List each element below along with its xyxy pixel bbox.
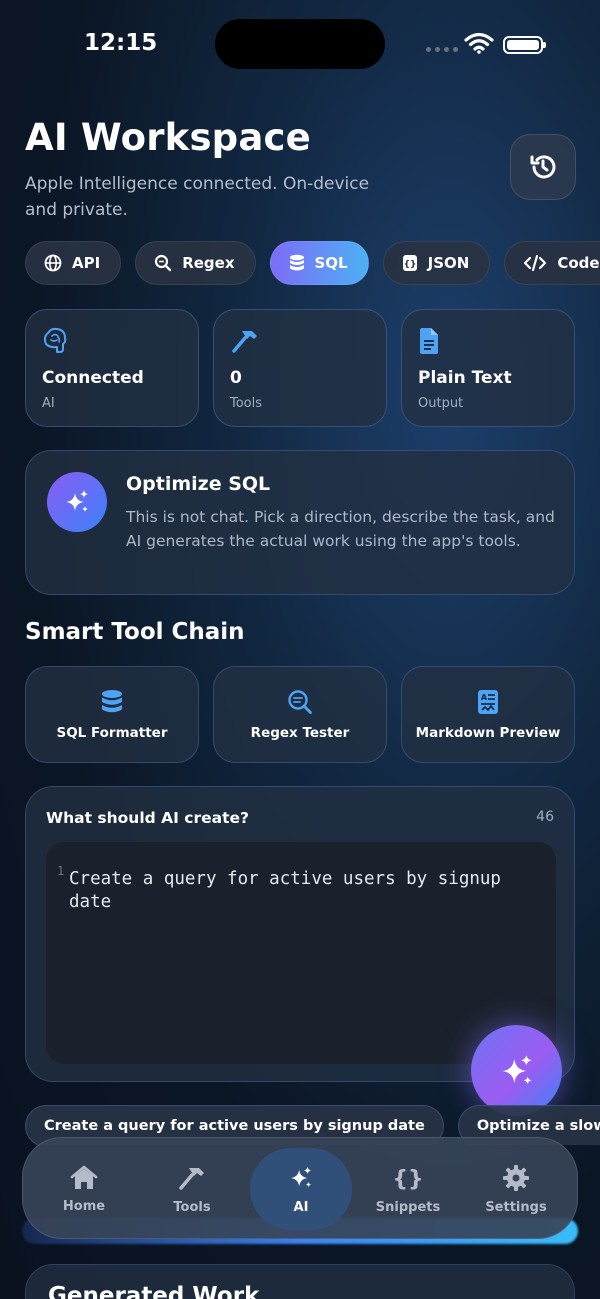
stat-card-output: Plain Text Output: [401, 309, 575, 427]
tab-home[interactable]: Home: [30, 1138, 138, 1240]
braces-icon: {}: [394, 1167, 422, 1192]
tool-markdown-preview[interactable]: A Markdown Preview: [401, 666, 575, 763]
dynamic-island: [215, 19, 385, 69]
document-icon: [420, 328, 438, 354]
tool-label: Markdown Preview: [415, 724, 561, 741]
page-title: AI Workspace: [25, 116, 311, 159]
section-title-tool-chain: Smart Tool Chain: [25, 619, 245, 645]
hammer-icon: [179, 1167, 204, 1190]
globe-icon: [44, 254, 62, 272]
tab-label: Home: [62, 1198, 106, 1214]
regex-search-icon: [288, 689, 312, 714]
character-count: 46: [536, 809, 554, 825]
banner-description: This is not chat. Pick a direction, desc…: [126, 508, 555, 550]
sparkles-icon: [66, 490, 88, 512]
markdown-icon: A: [478, 689, 498, 714]
svg-text:{}: {}: [394, 1167, 422, 1192]
tab-label: Snippets: [375, 1199, 441, 1215]
wifi-icon: [464, 32, 494, 54]
chip-label: Code: [557, 254, 600, 272]
chip-sql[interactable]: SQL: [269, 241, 369, 285]
chip-code[interactable]: Code: [504, 241, 600, 285]
prompt-editor[interactable]: 1 Create a query for active users by sig…: [46, 842, 556, 1064]
tool-regex-tester[interactable]: Regex Tester: [213, 666, 387, 763]
brain-icon: [43, 327, 67, 353]
chip-label: API: [72, 254, 101, 272]
hammer-icon: [232, 331, 257, 353]
history-icon: [530, 155, 556, 179]
cellular-signal-icon: [426, 47, 458, 52]
stat-value: Connected: [42, 368, 144, 388]
prompt-text[interactable]: Create a query for active users by signu…: [69, 868, 529, 914]
sparkles-icon: [290, 1166, 312, 1187]
banner-title: Optimize SQL: [126, 473, 271, 495]
database-icon: [102, 689, 122, 712]
stat-label: Tools: [230, 396, 263, 411]
tab-label: Settings: [485, 1199, 547, 1215]
svg-text:A: A: [481, 693, 488, 702]
battery-icon: [503, 36, 546, 54]
house-icon: [70, 1165, 98, 1189]
chip-label: Regex: [182, 254, 235, 272]
chip-json[interactable]: {} JSON: [382, 241, 491, 285]
tab-tools[interactable]: Tools: [138, 1138, 246, 1240]
chip-label: SQL: [314, 254, 348, 272]
mode-banner: Optimize SQL This is not chat. Pick a di…: [25, 450, 575, 595]
tool-label: SQL Formatter: [56, 724, 168, 741]
history-button[interactable]: [510, 134, 576, 200]
stat-label: AI: [42, 396, 55, 411]
generate-button[interactable]: [471, 1025, 562, 1116]
chip-api[interactable]: API: [25, 241, 122, 285]
gear-icon: [503, 1164, 529, 1191]
chip-label: JSON: [427, 254, 470, 272]
sparkles-badge: [47, 472, 107, 532]
tab-snippets[interactable]: {} Snippets: [354, 1138, 462, 1240]
svg-text:{}: {}: [403, 260, 416, 270]
code-icon: [524, 254, 547, 272]
stat-value: Plain Text: [418, 368, 512, 388]
database-icon: [289, 254, 304, 271]
status-time: 12:15: [84, 30, 158, 56]
tab-ai[interactable]: AI: [250, 1148, 352, 1230]
stat-card-ai: Connected AI: [25, 309, 199, 427]
prompt-title: What should AI create?: [46, 809, 250, 827]
status-bar: 12:15: [0, 0, 600, 90]
stat-card-tools: 0 Tools: [213, 309, 387, 427]
category-chips: API Regex SQL {} JSON Code: [25, 241, 600, 287]
stat-value: 0: [230, 368, 242, 388]
generated-work-title: Generated Work: [48, 1283, 260, 1299]
generated-work-card: Generated Work: [25, 1264, 575, 1299]
page-subtitle: Apple Intelligence connected. On-device …: [25, 174, 370, 220]
line-number: 1: [57, 864, 65, 878]
tab-label: Tools: [173, 1199, 211, 1215]
json-icon: {}: [402, 255, 417, 271]
chip-regex[interactable]: Regex: [135, 241, 256, 285]
tab-settings[interactable]: Settings: [462, 1138, 570, 1240]
tab-bar: Home Tools AI {} Snippets: [22, 1137, 578, 1239]
tool-sql-formatter[interactable]: SQL Formatter: [25, 666, 199, 763]
magnifier-icon: [155, 254, 172, 272]
stat-label: Output: [418, 396, 464, 411]
sparkles-icon: [501, 1054, 532, 1084]
tab-label: AI: [293, 1199, 309, 1215]
tool-label: Regex Tester: [250, 724, 350, 741]
